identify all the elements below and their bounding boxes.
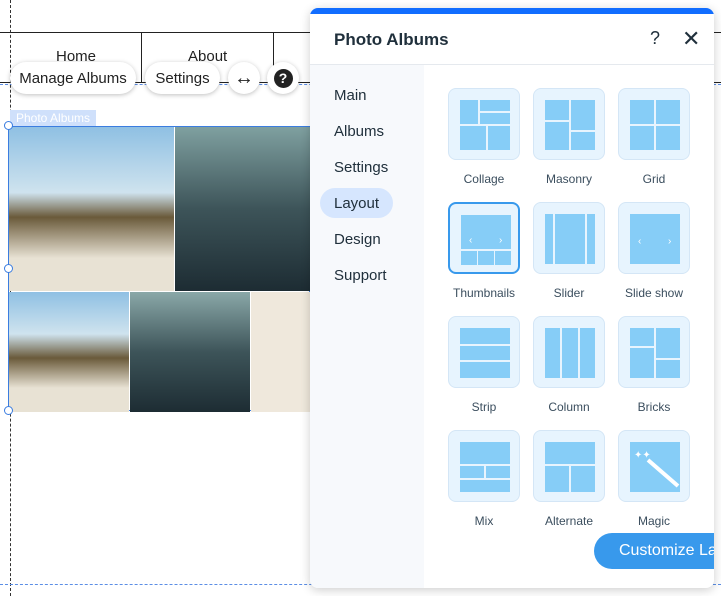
gallery-photo-hut[interactable] <box>9 292 129 412</box>
gallery-selection[interactable] <box>8 126 311 412</box>
sidebar-item-support[interactable]: Support <box>320 260 401 290</box>
svg-text:‹: ‹ <box>638 236 641 247</box>
sidebar-item-main[interactable]: Main <box>320 80 381 110</box>
resize-handle[interactable] <box>4 121 13 130</box>
layout-label-mix: Mix <box>474 514 494 528</box>
sidebar-item-settings[interactable]: Settings <box>320 152 402 182</box>
masonry-layout-icon <box>545 100 595 150</box>
question-icon[interactable]: ? <box>650 28 660 49</box>
manage-albums-button[interactable]: Manage Albums <box>10 62 136 94</box>
layout-option-slide-show[interactable]: ‹ › <box>618 202 690 274</box>
layout-option-slider[interactable] <box>533 202 605 274</box>
layout-option-thumbnails[interactable]: ‹ › <box>448 202 520 274</box>
question-circle-icon: ? <box>273 68 293 88</box>
mix-layout-icon <box>460 442 510 492</box>
column-layout-icon <box>545 328 595 378</box>
layout-grid: Magic Alternate Mix Bricks Column Strip Slide … <box>424 64 714 588</box>
layout-label-grid: Grid <box>642 172 666 186</box>
strip-layout-icon <box>460 328 510 378</box>
layout-label-slider: Slider <box>553 286 585 300</box>
nav-divider <box>141 32 142 82</box>
gallery-photo-forest[interactable] <box>130 292 250 412</box>
svg-text:✦✦: ✦✦ <box>634 450 651 461</box>
layout-option-alternate[interactable] <box>533 430 605 502</box>
left-right-arrow-icon: ↔ <box>234 66 254 89</box>
layout-label-collage: Collage <box>463 172 505 186</box>
stretch-button[interactable]: ↔ <box>228 62 260 94</box>
layout-label-strip: Strip <box>471 400 497 414</box>
layout-label-magic: Magic <box>637 514 670 528</box>
gallery-photo-forest[interactable] <box>175 127 311 291</box>
close-icon[interactable]: ✕ <box>682 26 700 52</box>
layout-option-bricks[interactable] <box>618 316 690 388</box>
panel-sidebar: Main Albums Settings Layout Design Support <box>310 64 424 588</box>
layout-option-collage[interactable] <box>448 88 520 160</box>
resize-handle[interactable] <box>4 264 13 273</box>
settings-button[interactable]: Settings <box>145 62 220 94</box>
collage-layout-icon <box>460 100 510 150</box>
panel-title: Photo Albums <box>334 30 449 49</box>
svg-text:›: › <box>668 236 671 247</box>
bricks-layout-icon <box>630 328 680 378</box>
slider-layout-icon <box>545 214 595 264</box>
layout-label-thumbnails: Thumbnails <box>452 286 516 300</box>
svg-text:‹: ‹ <box>469 235 472 246</box>
grid-layout-icon <box>630 100 680 150</box>
layout-label-masonry: Masonry <box>545 172 592 186</box>
sidebar-item-design[interactable]: Design <box>320 224 395 254</box>
sidebar-item-layout[interactable]: Layout <box>320 188 394 218</box>
resize-handle[interactable] <box>4 406 13 415</box>
layout-option-strip[interactable] <box>448 316 520 388</box>
layout-option-masonry[interactable] <box>533 88 605 160</box>
layout-label-alternate: Alternate <box>544 514 594 528</box>
gallery-photo-bird[interactable] <box>251 292 311 412</box>
panel-top-bar <box>310 8 714 14</box>
layout-option-grid[interactable] <box>618 88 690 160</box>
layout-label-column: Column <box>548 400 590 414</box>
help-button[interactable]: ? <box>267 62 299 94</box>
gallery-photo-hut[interactable] <box>9 127 174 291</box>
svg-text:›: › <box>499 235 502 246</box>
layout-option-magic[interactable]: ✦✦ <box>618 430 690 502</box>
layout-option-mix[interactable] <box>448 430 520 502</box>
magic-layout-icon: ✦✦ <box>630 442 680 492</box>
slide-show-layout-icon: ‹ › <box>630 214 680 264</box>
layout-label-bricks: Bricks <box>637 400 671 414</box>
thumbnails-layout-icon: ‹ › <box>461 215 511 265</box>
alternate-layout-icon <box>545 442 595 492</box>
component-label: Photo Albums <box>10 110 97 126</box>
sidebar-item-albums[interactable]: Albums <box>320 116 398 146</box>
layout-option-column[interactable] <box>533 316 605 388</box>
photo-albums-panel: Photo Albums ? ✕ Main Albums Settings Layou… <box>310 8 714 588</box>
layout-label-slide-show: Slide show <box>624 286 684 300</box>
customize-layout-button[interactable]: Customize Layout <box>594 533 714 569</box>
